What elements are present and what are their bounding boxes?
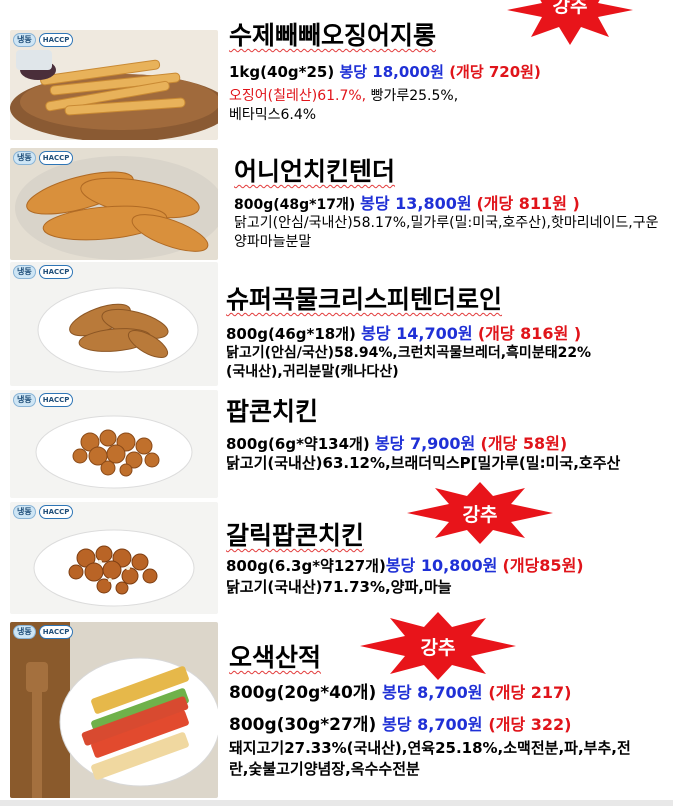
badge-group: 냉동 HACCP <box>13 625 74 639</box>
bag-price: 봉당 13,800원 <box>360 194 472 213</box>
haccp-badge: HACCP <box>38 625 74 639</box>
product-item: 냉동 HACCP 갈릭팝콘치킨 800g(6.3g*약127개)봉당 10,80… <box>0 482 673 615</box>
product-photo: 냉동 HACCP <box>10 390 218 498</box>
product-title: 수제빼빼오징어지롱 <box>229 21 437 50</box>
ingredient-rest: 빵가루25.5%, <box>366 88 459 104</box>
product-item: 냉동 HACCP 팝콘치킨 800g(6g*약134개) 봉당 7,900원 (… <box>0 388 673 500</box>
product-spec: 800g(6g*약134개) <box>226 435 370 453</box>
frozen-badge: 냉동 <box>13 393 36 407</box>
product-photo: 냉동 HACCP <box>10 30 218 140</box>
product-spec: 800g(46g*18개) <box>226 325 356 343</box>
product-spec-2: 800g(30g*27개) <box>229 715 377 735</box>
badge-group: 냉동 HACCP <box>13 393 74 407</box>
product-title: 팝콘치킨 <box>226 397 319 426</box>
product-title: 오색산적 <box>229 643 322 672</box>
bag-price: 봉당 14,700원 <box>361 324 473 343</box>
unit-price: (개당85원) <box>502 556 584 575</box>
product-item: 냉동 HACCP 수제빼빼오징어지롱 1kg(40g*25) 봉당 18,000… <box>0 0 673 140</box>
product-title: 갈릭팝콘치킨 <box>226 521 365 550</box>
product-price-line: 800g(6g*약134개) 봉당 7,900원 (개당 58원) <box>226 430 567 454</box>
product-price-line: 800g(46g*18개) 봉당 14,700원 (개당 816원 ) <box>226 320 581 344</box>
frozen-badge: 냉동 <box>13 151 36 165</box>
product-ingredients: 닭고기(국내산)63.12%,브래더믹스P[밀가루(밀:미국,호주산 <box>226 454 621 472</box>
frozen-badge: 냉동 <box>13 625 36 639</box>
product-ingredients: 닭고기(안심/국산)58.94%,크런치곡물브레더,흑미분태22%(국내산),귀… <box>226 345 592 380</box>
recommend-label: 강추 <box>552 0 588 17</box>
product-ingredients: 닭고기(안심/국내산)58.17%,밀가루(밀:미국,호주산),핫마리네이드,구… <box>234 215 659 250</box>
product-spec: 800g(48g*17개) <box>234 197 356 213</box>
ingredient-main: 오징어(칠레산)61.7%, <box>229 88 367 104</box>
product-spec: 800g(6.3g*약127개) <box>226 557 386 575</box>
product-photo: 냉동 HACCP <box>10 622 218 798</box>
product-catalog-page: 냉동 HACCP 수제빼빼오징어지롱 1kg(40g*25) 봉당 18,000… <box>0 0 673 806</box>
haccp-badge: HACCP <box>38 151 74 165</box>
product-price-line: 800g(48g*17개) 봉당 13,800원 (개당 811원 ) <box>234 190 580 214</box>
skewer-image <box>10 622 218 798</box>
unit-price: (개당 816원 ) <box>477 324 582 343</box>
unit-price: (개당 811원 ) <box>476 194 580 213</box>
ingredient-line2: 베타믹스6.4% <box>229 107 317 123</box>
product-ingredients: 닭고기(국내산)71.73%,양파,마늘 <box>226 578 452 596</box>
product-price-line: 800g(20g*40개) 봉당 8,700원 (개당 217) <box>229 678 571 703</box>
bag-price: 봉당 8,700원 <box>382 683 483 702</box>
recommend-label: 강추 <box>462 503 498 526</box>
product-price-line-2: 800g(30g*27개) 봉당 8,700원 (개당 322) <box>229 710 571 735</box>
unit-price: (개당 217) <box>488 683 572 702</box>
product-title: 어니언치킨텐더 <box>234 157 396 186</box>
badge-group: 냉동 HACCP <box>13 151 74 165</box>
badge-group: 냉동 HACCP <box>13 265 74 279</box>
product-item: 냉동 HACCP 슈퍼곡물크리스피텐더로인 800g(46g*18개) 봉당 1… <box>0 262 673 387</box>
product-ingredients: 오징어(칠레산)61.7%, 빵가루25.5%, 베타믹스6.4% <box>229 87 649 125</box>
product-price-line: 800g(6.3g*약127개)봉당 10,800원 (개당85원) <box>226 552 584 576</box>
recommend-star: 강추 <box>505 0 635 45</box>
product-spec: 800g(20g*40개) <box>229 683 377 703</box>
bottom-divider <box>0 800 673 806</box>
product-title: 슈퍼곡물크리스피텐더로인 <box>226 285 503 314</box>
product-photo: 냉동 HACCP <box>10 502 218 614</box>
crispy-tenderloin-image <box>10 262 218 386</box>
product-photo: 냉동 HACCP <box>10 148 218 260</box>
haccp-badge: HACCP <box>38 265 74 279</box>
product-photo: 냉동 HACCP <box>10 262 218 386</box>
haccp-badge: HACCP <box>38 505 74 519</box>
product-price-line: 1kg(40g*25) 봉당 18,000원 (개당 720원) <box>229 61 541 82</box>
bag-price-2: 봉당 8,700원 <box>382 715 483 734</box>
unit-price: (개당 720원) <box>449 63 541 81</box>
unit-price: (개당 58원) <box>480 434 568 453</box>
recommend-star: 강추 <box>358 612 518 680</box>
bag-price: 봉당 7,900원 <box>374 434 476 453</box>
product-item: 냉동 HACCP 어니언치킨텐더 800g(48g*17개) 봉당 13,800… <box>0 148 673 260</box>
bag-price: 봉당 10,800원 <box>385 556 498 575</box>
badge-group: 냉동 HACCP <box>13 505 74 519</box>
badge-group: 냉동 HACCP <box>13 33 74 47</box>
frozen-badge: 냉동 <box>13 33 36 47</box>
product-item: 냉동 HACCP 오색산적 800g(20g*40개) 봉당 8,700원 (개… <box>0 612 673 800</box>
unit-price-2: (개당 322) <box>488 715 572 734</box>
recommend-label: 강추 <box>420 636 456 659</box>
product-ingredients: 돼지고기27.33%(국내산),연육25.18%,소맥전분,파,부추,전란,숯불… <box>229 739 631 778</box>
product-spec: 1kg(40g*25) <box>229 63 335 81</box>
frozen-badge: 냉동 <box>13 505 36 519</box>
haccp-badge: HACCP <box>38 393 74 407</box>
recommend-star: 강추 <box>405 482 555 544</box>
haccp-badge: HACCP <box>38 33 74 47</box>
bag-price: 봉당 18,000원 <box>339 63 444 81</box>
frozen-badge: 냉동 <box>13 265 36 279</box>
